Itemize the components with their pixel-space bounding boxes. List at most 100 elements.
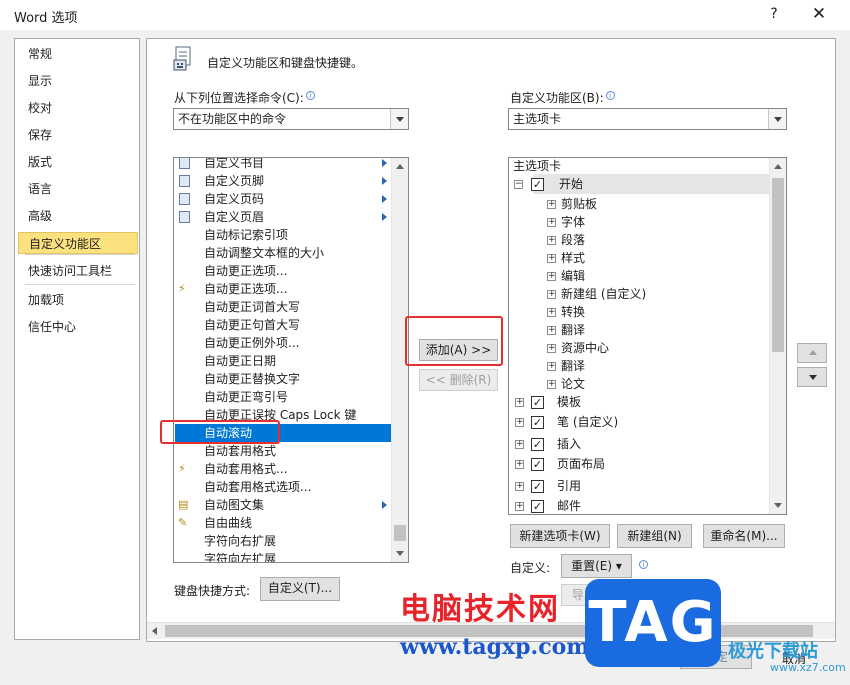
expand-icon[interactable]: + <box>547 326 556 335</box>
checkbox-checked-icon[interactable]: ✓ <box>531 178 544 191</box>
tree-group-item[interactable]: + 资源中心 <box>547 338 609 358</box>
nav-item[interactable]: 高级 <box>16 205 138 227</box>
new-group-button[interactable]: 新建组(N) <box>617 524 692 548</box>
command-item[interactable]: 自动调整文本框的大小 <box>175 244 391 262</box>
checkbox-checked-icon[interactable]: ✓ <box>531 416 544 429</box>
scroll-up-icon[interactable] <box>396 164 404 169</box>
rename-button[interactable]: 重命名(M)... <box>703 524 785 548</box>
command-item[interactable]: ⚡ 自动套用格式... <box>175 460 391 478</box>
command-item[interactable]: 自动更正日期 <box>175 352 391 370</box>
command-item[interactable]: 自动标记索引项 <box>175 226 391 244</box>
expand-icon[interactable]: + <box>547 344 556 353</box>
expand-icon[interactable]: + <box>515 482 524 491</box>
tree-group-item[interactable]: + 编辑 <box>547 266 585 286</box>
command-item[interactable]: ✎ 自由曲线 <box>175 514 391 532</box>
nav-item[interactable]: 自定义功能区 <box>18 232 138 254</box>
nav-item[interactable]: 显示 <box>16 70 138 92</box>
tree-tab-item[interactable]: + ✓ 引用 <box>513 476 581 496</box>
expand-icon[interactable]: + <box>547 254 556 263</box>
expand-icon[interactable]: + <box>515 398 524 407</box>
nav-item[interactable]: 校对 <box>16 97 138 119</box>
scroll-down-icon[interactable] <box>774 503 782 508</box>
help-button[interactable]: ? <box>764 6 784 26</box>
scroll-left-icon[interactable] <box>152 627 157 635</box>
tree-group-item[interactable]: + 剪贴板 <box>547 194 597 214</box>
tree-tab-item[interactable]: + ✓ 邮件 <box>513 496 581 514</box>
command-item[interactable]: 自动更正例外项... <box>175 334 391 352</box>
command-item[interactable]: 自动套用格式选项... <box>175 478 391 496</box>
expand-icon[interactable]: + <box>547 236 556 245</box>
nav-item[interactable]: 常规 <box>16 43 138 65</box>
expand-icon[interactable]: + <box>547 272 556 281</box>
close-button[interactable]: ✕ <box>806 4 832 28</box>
command-item[interactable]: 自定义书目 <box>175 157 391 172</box>
checkbox-checked-icon[interactable]: ✓ <box>531 500 544 513</box>
tree-tab-item[interactable]: + ✓ 插入 <box>513 434 581 454</box>
tree-group-item[interactable]: + 论文 <box>547 374 585 394</box>
collapse-icon[interactable]: − <box>514 180 523 189</box>
customize-shortcut-button[interactable]: 自定义(T)... <box>260 577 340 601</box>
command-item[interactable]: ⚡ 自动更正选项... <box>175 280 391 298</box>
nav-item[interactable]: 版式 <box>16 151 138 173</box>
command-item[interactable]: 自定义页眉 <box>175 208 391 226</box>
scroll-thumb[interactable] <box>394 525 406 541</box>
ribbon-tree[interactable]: 主选项卡 − ✓ 开始 + 剪贴板 + 字体 + 段落 + 样式 + 编辑 + 新建组 (自定义) + 转换 + 翻… <box>508 157 787 515</box>
new-tab-button[interactable]: 新建选项卡(W) <box>510 524 610 548</box>
customize-ribbon-dropdown[interactable]: 主选项卡 <box>508 108 787 130</box>
command-item[interactable]: ▤ 自动图文集 <box>175 496 391 514</box>
command-item[interactable]: 自动更正替换文字 <box>175 370 391 388</box>
checkbox-checked-icon[interactable]: ✓ <box>531 396 544 409</box>
move-up-button[interactable] <box>797 343 827 363</box>
nav-item[interactable]: 信任中心 <box>16 316 138 338</box>
tree-tab-item[interactable]: − ✓ 开始 <box>514 174 769 194</box>
tree-group-item[interactable]: + 段落 <box>547 230 585 250</box>
checkbox-checked-icon[interactable]: ✓ <box>531 480 544 493</box>
nav-item[interactable]: 快速访问工具栏 <box>16 260 138 282</box>
tree-group-item[interactable]: + 翻译 <box>547 356 585 376</box>
expand-icon[interactable]: + <box>547 308 556 317</box>
expand-icon[interactable]: + <box>515 502 524 511</box>
expand-icon[interactable]: + <box>547 380 556 389</box>
tree-group-item[interactable]: + 翻译 <box>547 320 585 340</box>
reset-button[interactable]: 重置(E) ▾ <box>561 554 632 578</box>
command-item[interactable]: 字符向左扩展 <box>175 550 391 562</box>
scroll-down-icon[interactable] <box>396 551 404 556</box>
scroll-thumb[interactable] <box>772 178 784 352</box>
tree-tab-item[interactable]: + ✓ 笔 (自定义) <box>513 412 618 432</box>
command-label: 自定义书目 <box>204 157 265 170</box>
nav-item[interactable]: 加载项 <box>16 289 138 311</box>
page-title: 自定义功能区和键盘快捷键。 <box>207 56 364 70</box>
command-item[interactable]: 自定义页码 <box>175 190 391 208</box>
tree-tab-item[interactable]: + ✓ 页面布局 <box>513 454 605 474</box>
choose-commands-dropdown[interactable]: 不在功能区中的命令 <box>173 108 409 130</box>
command-item[interactable]: 字符向右扩展 <box>175 532 391 550</box>
checkbox-checked-icon[interactable]: ✓ <box>531 438 544 451</box>
tree-group-item[interactable]: + 新建组 (自定义) <box>547 284 646 304</box>
nav-item[interactable]: 保存 <box>16 124 138 146</box>
tree-item-label: 论文 <box>561 377 586 391</box>
expand-icon[interactable]: + <box>547 290 556 299</box>
nav-item[interactable]: 语言 <box>16 178 138 200</box>
expand-icon[interactable]: + <box>547 200 556 209</box>
expand-icon[interactable]: + <box>515 418 524 427</box>
scroll-up-icon[interactable] <box>774 164 782 169</box>
tree-tab-item[interactable]: + ✓ 模板 <box>513 392 581 412</box>
command-item[interactable]: 自定义页脚 <box>175 172 391 190</box>
command-item[interactable]: 自动更正弯引号 <box>175 388 391 406</box>
expand-icon[interactable]: + <box>547 362 556 371</box>
expand-icon[interactable]: + <box>515 460 524 469</box>
expand-icon[interactable]: + <box>515 440 524 449</box>
command-item[interactable]: 自动套用格式 <box>175 442 391 460</box>
commands-list[interactable]: 自定义书目自定义页脚 自定义页码 自定义页眉 自动标记索引项 自动调整文本框的大小 自动更… <box>173 157 409 563</box>
tree-group-item[interactable]: + 转换 <box>547 302 585 322</box>
command-item[interactable]: 自动更正词首大写 <box>175 298 391 316</box>
expand-icon[interactable]: + <box>547 218 556 227</box>
checkbox-checked-icon[interactable]: ✓ <box>531 458 544 471</box>
command-item[interactable]: 自动更正选项... <box>175 262 391 280</box>
command-item[interactable]: 自动更正句首大写 <box>175 316 391 334</box>
tree-scrollbar[interactable] <box>769 158 786 514</box>
remove-button[interactable]: << 删除(R) <box>419 369 498 391</box>
tree-group-item[interactable]: + 样式 <box>547 248 585 268</box>
tree-group-item[interactable]: + 字体 <box>547 212 585 232</box>
move-down-button[interactable] <box>797 367 827 387</box>
